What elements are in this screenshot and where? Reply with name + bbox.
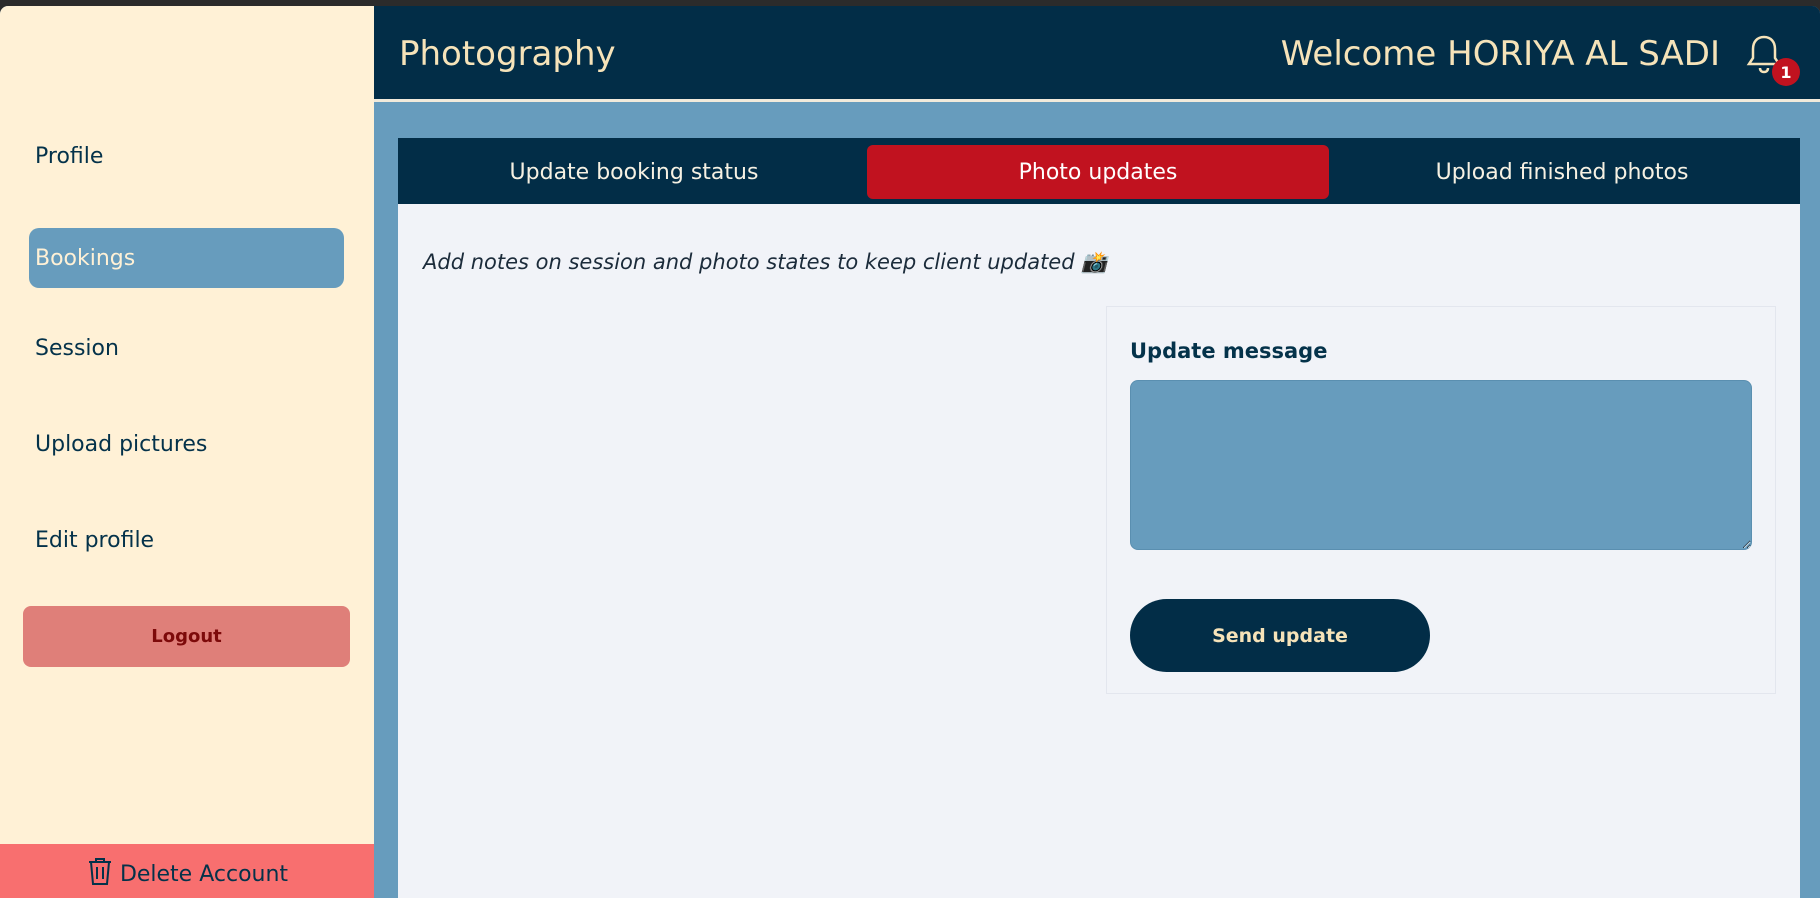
sidebar-item-upload-pictures[interactable]: Upload pictures bbox=[29, 414, 344, 474]
app-window: Profile Bookings Session Upload pictures… bbox=[0, 6, 1820, 898]
sidebar-item-profile[interactable]: Profile bbox=[29, 126, 344, 186]
send-update-button[interactable]: Send update bbox=[1130, 599, 1430, 672]
update-message-label: Update message bbox=[1130, 339, 1328, 363]
tab-bar: Update booking status Photo updates Uplo… bbox=[398, 138, 1800, 204]
sidebar-item-label: Edit profile bbox=[35, 527, 155, 553]
tab-update-booking-status[interactable]: Update booking status bbox=[403, 145, 865, 199]
sidebar-item-session[interactable]: Session bbox=[29, 318, 344, 378]
notification-badge: 1 bbox=[1772, 58, 1800, 86]
delete-account-button[interactable]: Delete Account bbox=[0, 844, 374, 898]
update-message-input[interactable] bbox=[1130, 380, 1752, 550]
trash-icon bbox=[86, 855, 114, 893]
intro-text: Add notes on session and photo states to… bbox=[423, 250, 1108, 274]
tab-label: Update booking status bbox=[509, 159, 759, 185]
tab-label: Photo updates bbox=[1018, 159, 1178, 185]
sidebar-item-label: Profile bbox=[35, 143, 104, 169]
sidebar: Profile Bookings Session Upload pictures… bbox=[0, 6, 374, 898]
update-form: Update message Send update bbox=[1106, 306, 1776, 694]
top-header: Photography Welcome HORIYA AL SADI 1 bbox=[374, 6, 1820, 102]
welcome-message: Welcome HORIYA AL SADI bbox=[1280, 34, 1720, 74]
sidebar-item-label: Upload pictures bbox=[35, 431, 208, 457]
delete-account-label: Delete Account bbox=[119, 861, 289, 887]
sidebar-item-label: Session bbox=[35, 335, 119, 361]
logout-button[interactable]: Logout bbox=[23, 606, 350, 667]
logout-label: Logout bbox=[151, 626, 222, 647]
sidebar-item-label: Bookings bbox=[35, 245, 136, 271]
tab-photo-updates[interactable]: Photo updates bbox=[867, 145, 1329, 199]
brand-title: Photography bbox=[399, 34, 616, 74]
tab-label: Upload finished photos bbox=[1435, 159, 1689, 185]
sidebar-item-edit-profile[interactable]: Edit profile bbox=[29, 510, 344, 570]
main-content: Update booking status Photo updates Uplo… bbox=[398, 138, 1800, 898]
tab-upload-finished-photos[interactable]: Upload finished photos bbox=[1331, 145, 1793, 199]
send-update-label: Send update bbox=[1212, 624, 1348, 647]
sidebar-item-bookings[interactable]: Bookings bbox=[29, 228, 344, 288]
